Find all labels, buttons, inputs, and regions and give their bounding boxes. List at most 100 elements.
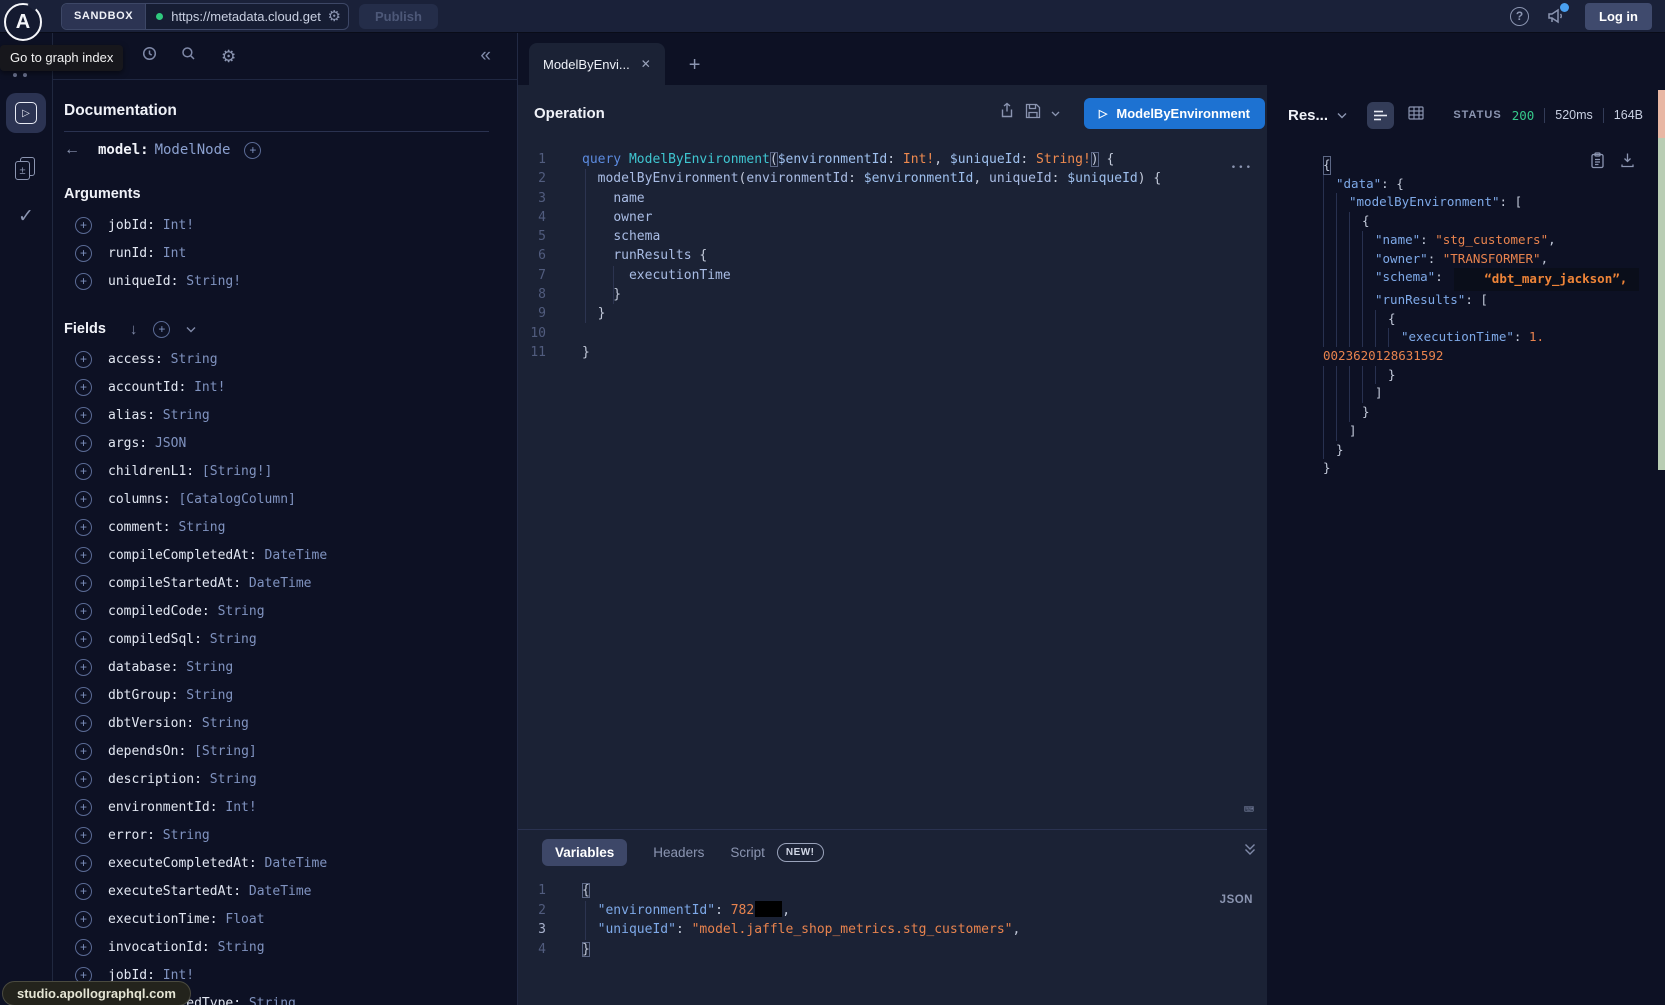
download-response-icon[interactable] (1620, 152, 1635, 172)
field-type[interactable]: String (155, 828, 210, 843)
add-field-button[interactable]: + (75, 743, 92, 760)
code-line[interactable]: 11} (518, 343, 1267, 362)
add-field-button[interactable]: + (75, 603, 92, 620)
field-type[interactable]: JSON (147, 436, 186, 451)
field-type[interactable]: Int! (155, 218, 194, 233)
query-editor[interactable]: 1query ModelByEnvironment($environmentId… (518, 141, 1267, 829)
code-line[interactable]: 4} (518, 940, 1267, 960)
field-type[interactable]: [String!] (194, 464, 272, 479)
close-tab-icon[interactable]: ✕ (641, 57, 651, 71)
field-name[interactable]: compiledSql: (108, 632, 202, 647)
code-line[interactable]: 7 executionTime (518, 266, 1267, 285)
field-type[interactable]: DateTime (241, 884, 311, 899)
field-type[interactable]: DateTime (241, 576, 311, 591)
sidebar-item-schema-diff[interactable]: ± (15, 157, 37, 181)
add-field-button[interactable]: + (75, 799, 92, 816)
field-type[interactable]: String (155, 408, 210, 423)
field-name[interactable]: dependsOn: (108, 744, 186, 759)
publish-button[interactable]: Publish (359, 4, 438, 29)
add-field-button[interactable]: + (75, 939, 92, 956)
add-field-button[interactable]: + (75, 245, 92, 262)
code-line[interactable]: 9 } (518, 304, 1267, 323)
code-line[interactable]: 1query ModelByEnvironment($environmentId… (518, 150, 1267, 169)
keyboard-shortcuts-icon[interactable]: ⌨ (1244, 800, 1254, 820)
add-field-button[interactable]: + (75, 435, 92, 452)
field-type[interactable]: Int! (186, 380, 225, 395)
field-type[interactable]: String (178, 688, 233, 703)
field-name[interactable]: executionTime: (108, 912, 218, 927)
field-type[interactable]: String (171, 520, 226, 535)
field-name[interactable]: executeStartedAt: (108, 884, 241, 899)
code-line[interactable]: 2 "environmentId": 782, (518, 901, 1267, 921)
save-chevron-icon[interactable] (1051, 104, 1060, 122)
search-icon[interactable] (180, 45, 197, 67)
announcements-megaphone-icon[interactable] (1546, 6, 1568, 26)
field-name[interactable]: runId: (108, 246, 155, 261)
field-type[interactable]: String (210, 940, 265, 955)
apollo-logo[interactable]: A (4, 3, 42, 41)
field-type[interactable]: String (202, 632, 257, 647)
field-type[interactable]: Int! (218, 800, 257, 815)
tab-modelbyenvironment[interactable]: ModelByEnvi... ✕ (529, 43, 665, 85)
run-operation-button[interactable]: ▷ ModelByEnvironment (1084, 98, 1265, 129)
add-field-button[interactable]: + (75, 351, 92, 368)
field-name[interactable]: comment: (108, 520, 171, 535)
login-button[interactable]: Log in (1585, 3, 1652, 30)
editor-menu-icon[interactable]: ••• (1231, 163, 1253, 173)
add-field-button[interactable]: + (75, 491, 92, 508)
code-line[interactable]: 8 } (518, 285, 1267, 304)
code-line[interactable]: 3 "uniqueId": "model.jaffle_shop_metrics… (518, 920, 1267, 940)
tab-variables[interactable]: Variables (542, 839, 627, 866)
settings-gear-icon[interactable]: ⚙ (219, 48, 243, 65)
field-name[interactable]: compileCompletedAt: (108, 548, 257, 563)
add-field-button[interactable]: + (75, 379, 92, 396)
field-name[interactable]: database: (108, 660, 178, 675)
response-chevron-icon[interactable] (1337, 106, 1347, 124)
sidebar-item-explorer[interactable]: ▷ (6, 93, 46, 133)
add-field-button[interactable]: + (75, 463, 92, 480)
save-icon[interactable] (1025, 103, 1041, 124)
field-type[interactable]: String (241, 996, 296, 1005)
add-field-button[interactable]: + (75, 407, 92, 424)
code-line[interactable]: 5 schema (518, 227, 1267, 246)
add-field-button[interactable]: + (75, 855, 92, 872)
chevron-down-icon[interactable] (186, 320, 196, 338)
field-name[interactable]: executeCompletedAt: (108, 856, 257, 871)
response-json-view[interactable]: {"data": {"modelByEnvironment": [{"name"… (1267, 140, 1665, 1005)
sort-descending-icon[interactable]: ↓ (130, 321, 138, 338)
add-field-button[interactable]: + (75, 715, 92, 732)
history-icon[interactable] (141, 45, 158, 67)
code-line[interactable]: 10 (518, 324, 1267, 343)
help-icon[interactable]: ? (1510, 7, 1529, 26)
back-arrow-icon[interactable]: ← (64, 141, 98, 159)
field-type[interactable]: Int (155, 246, 186, 261)
field-name[interactable]: dbtVersion: (108, 716, 194, 731)
add-field-button[interactable]: + (75, 827, 92, 844)
tab-script[interactable]: Script (730, 845, 765, 860)
field-type[interactable]: String (194, 716, 249, 731)
variables-editor[interactable]: 1{2 "environmentId": 782,3 "uniqueId": "… (518, 874, 1267, 959)
list-view-toggle[interactable] (1367, 102, 1394, 129)
add-field-button[interactable]: + (75, 771, 92, 788)
sidebar-item-checks[interactable]: ✓ (18, 205, 34, 228)
share-icon[interactable] (999, 102, 1015, 124)
add-all-fields-button[interactable]: + (153, 321, 170, 338)
add-field-button[interactable]: + (75, 519, 92, 536)
type-name[interactable]: ModelNode (155, 142, 231, 158)
add-field-button[interactable]: + (75, 659, 92, 676)
field-name[interactable]: description: (108, 772, 202, 787)
field-name[interactable]: alias: (108, 408, 155, 423)
collapse-variables-icon[interactable] (1243, 843, 1267, 861)
field-name[interactable]: error: (108, 828, 155, 843)
field-name[interactable]: dbtGroup: (108, 688, 178, 703)
field-name[interactable]: jobId: (108, 218, 155, 233)
page-scrollbar[interactable] (1658, 90, 1665, 470)
field-name[interactable]: compiledCode: (108, 604, 210, 619)
field-type[interactable]: [CatalogColumn] (171, 492, 296, 507)
field-type[interactable]: Float (218, 912, 265, 927)
field-name[interactable]: environmentId: (108, 800, 218, 815)
endpoint-url-input[interactable]: https://metadata.cloud.get (171, 9, 325, 24)
field-name[interactable]: invocationId: (108, 940, 210, 955)
field-type[interactable]: String (163, 352, 218, 367)
add-field-button[interactable]: + (75, 911, 92, 928)
